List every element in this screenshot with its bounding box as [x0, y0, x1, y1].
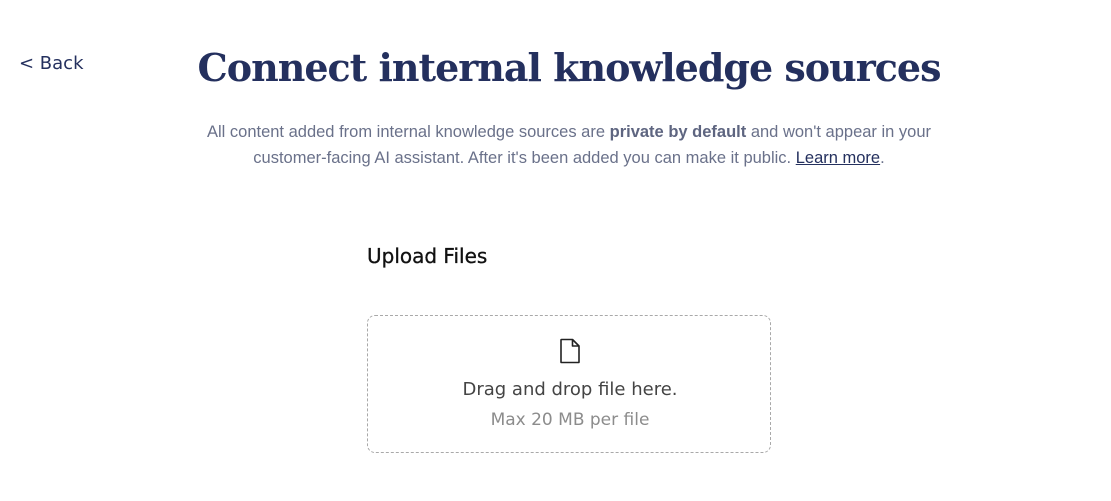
- upload-files-heading: Upload Files: [367, 244, 488, 268]
- learn-more-link[interactable]: Learn more: [796, 149, 880, 167]
- dropzone-instructions: Drag and drop file here.: [462, 379, 678, 400]
- file-icon: [560, 338, 580, 364]
- file-dropzone[interactable]: Drag and drop file here. Max 20 MB per f…: [367, 315, 771, 453]
- subtitle-emphasis: private by default: [609, 123, 747, 141]
- page-title: Connect internal knowledge sources: [197, 45, 942, 90]
- dropzone-size-limit: Max 20 MB per file: [490, 410, 650, 430]
- subtitle-text-end: .: [880, 149, 885, 167]
- subtitle-text-start: All content added from internal knowledg…: [206, 123, 610, 141]
- page-subtitle: All content added from internal knowledg…: [190, 119, 948, 171]
